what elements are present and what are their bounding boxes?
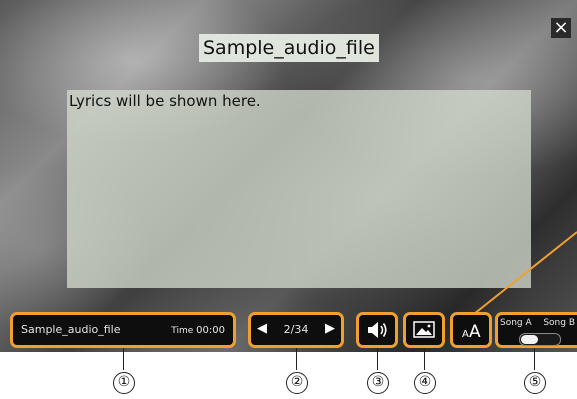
lyrics-text: Lyrics will be shown here. [69, 92, 261, 110]
svg-text:A: A [469, 322, 481, 342]
toggle-knob [521, 335, 538, 344]
callout-3: ③ [367, 372, 389, 394]
song-a-label: Song A [500, 318, 532, 328]
callout-tick-3 [377, 348, 378, 370]
background-image-button[interactable] [403, 312, 445, 348]
time-display: Time 00:00 [171, 325, 225, 336]
lyrics-screen: × Sample_audio_file Lyrics will be shown… [0, 0, 577, 352]
font-size-icon: A A [462, 322, 481, 342]
callout-tick-4 [424, 348, 425, 370]
callout-tick-2 [296, 348, 297, 370]
song-b-label: Song B [543, 318, 575, 328]
song-title: Sample_audio_file [199, 34, 379, 62]
callout-1: ① [113, 372, 135, 394]
close-button[interactable]: × [551, 18, 571, 38]
font-size-button[interactable]: A A [450, 312, 492, 348]
callout-5: ⑤ [524, 372, 546, 394]
callout-tick-1 [123, 348, 124, 370]
page-navigator: ◀ 2/34 ▶ [248, 312, 344, 348]
speaker-icon [368, 322, 387, 338]
callout-tick-5 [534, 348, 535, 370]
callout-2: ② [286, 372, 308, 394]
song-toggle[interactable] [519, 333, 561, 346]
lyrics-area: Lyrics will be shown here. [67, 90, 531, 288]
svg-text:A: A [462, 329, 469, 340]
callout-4: ④ [414, 372, 436, 394]
next-page-button[interactable]: ▶ [325, 321, 335, 336]
song-info-display: Sample_audio_file Time 00:00 [10, 312, 236, 348]
time-label: Time [171, 326, 194, 336]
time-value: 00:00 [196, 325, 225, 336]
picture-icon [413, 321, 435, 338]
song-ab-switch[interactable]: Song A Song B [495, 312, 577, 348]
volume-button[interactable] [356, 312, 398, 348]
song-name: Sample_audio_file [21, 323, 121, 336]
